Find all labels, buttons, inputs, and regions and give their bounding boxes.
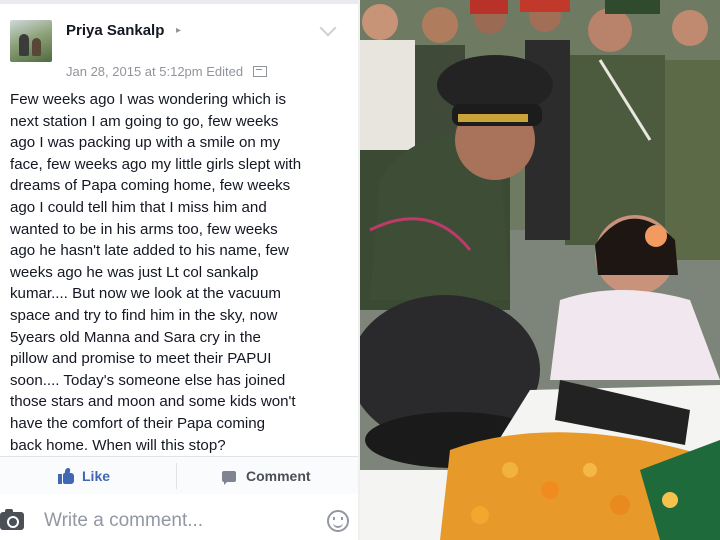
comment-button[interactable]: Comment bbox=[222, 465, 311, 487]
camera-icon[interactable] bbox=[0, 509, 24, 530]
author-avatar[interactable] bbox=[10, 20, 52, 62]
post-body-line: ago he hasn't late added to his name, fe… bbox=[10, 242, 289, 260]
like-label: Like bbox=[82, 468, 111, 484]
caret-right-icon: ▸ bbox=[176, 25, 182, 36]
action-bar: Like Comment bbox=[0, 456, 358, 496]
top-rule bbox=[0, 0, 358, 4]
post-body-line: ago I could tell him that I miss him and bbox=[10, 198, 267, 216]
post-body-line: weeks ago he was just Lt col sankalp bbox=[10, 263, 259, 281]
avatar-figure bbox=[32, 38, 41, 56]
post-timestamp[interactable]: Jan 28, 2015 at 5:12pm bbox=[66, 64, 203, 79]
post-body-line: Few weeks ago I was wondering which is bbox=[10, 91, 287, 108]
like-icon bbox=[58, 468, 74, 484]
like-button[interactable]: Like bbox=[58, 465, 110, 487]
post-body-line: wanted to be in his arms too, few weeks bbox=[10, 220, 278, 238]
post-body-line: soon.... Today's someone else has joined bbox=[10, 371, 286, 389]
post-body-line: 5years old Manna and Sara cry in the bbox=[10, 328, 261, 346]
post-body-line: kumar.... But now we look at the vacuum bbox=[10, 285, 281, 303]
chevron-down-icon[interactable] bbox=[319, 19, 337, 37]
post-meta: Jan 28, 2015 at 5:12pm Edited bbox=[66, 64, 267, 79]
post-body-line: have the comfort of their Papa coming bbox=[10, 414, 266, 432]
post-body: Few weeks ago I was wondering which is n… bbox=[10, 89, 344, 456]
privacy-icon bbox=[252, 66, 267, 77]
action-divider bbox=[176, 463, 177, 489]
post-body-line: those stars and moon and some kids won't bbox=[10, 393, 296, 411]
post-body-line: space and try to find him in the sky, no… bbox=[10, 306, 278, 324]
post-body-line: back home. When will this stop? bbox=[10, 436, 226, 454]
avatar-figure bbox=[19, 34, 29, 56]
comment-input[interactable] bbox=[36, 508, 322, 534]
post-body-line: ago I was packing up with a smile on my bbox=[10, 134, 281, 152]
post-body-line: next station I am going to go, few weeks bbox=[10, 112, 279, 130]
comment-icon bbox=[222, 470, 236, 485]
edited-label[interactable]: Edited bbox=[206, 64, 243, 79]
memorial-photo bbox=[360, 0, 720, 540]
comment-label: Comment bbox=[246, 468, 311, 484]
facebook-post: Priya Sankalp ▸ Jan 28, 2015 at 5:12pm E… bbox=[0, 0, 358, 540]
comment-composer bbox=[0, 494, 358, 540]
smiley-icon[interactable] bbox=[327, 510, 349, 532]
post-body-line: face, few weeks ago my little girls slep… bbox=[10, 155, 302, 173]
author-name[interactable]: Priya Sankalp bbox=[66, 22, 164, 39]
post-body-line: pillow and promise to meet their PAPUI bbox=[10, 350, 272, 368]
memorial-photo-art bbox=[360, 0, 720, 540]
post-body-line: dreams of Papa coming home, few weeks bbox=[10, 177, 291, 195]
